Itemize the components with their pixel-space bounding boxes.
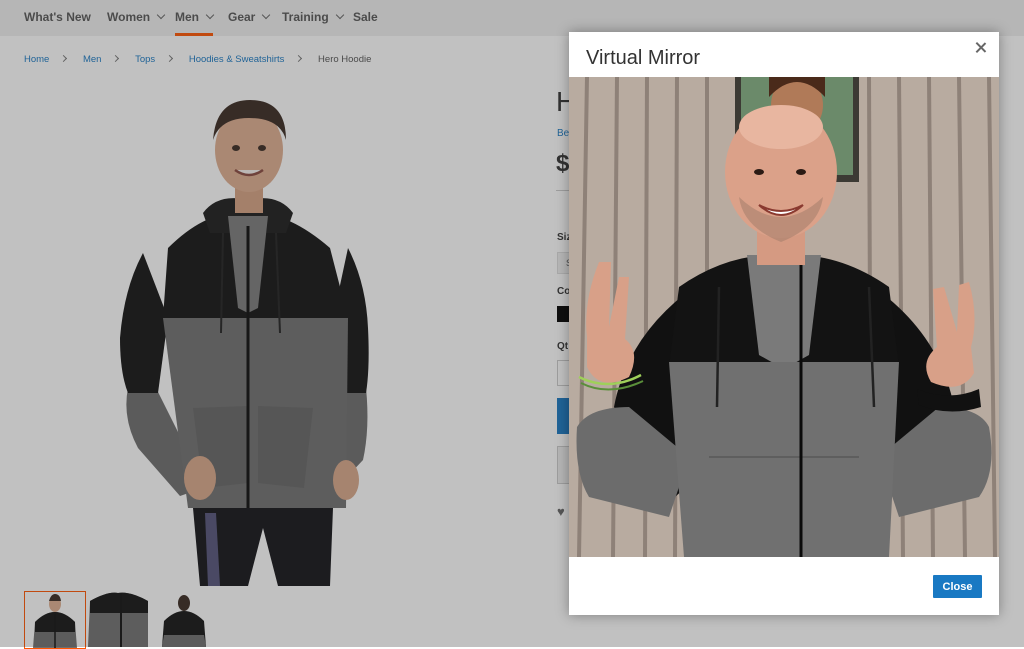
- virtual-mirror-image: [569, 77, 999, 557]
- virtual-mirror-modal: Virtual Mirror Close: [569, 32, 999, 615]
- close-button[interactable]: Close: [933, 575, 982, 598]
- close-icon[interactable]: [973, 40, 989, 56]
- modal-title: Virtual Mirror: [586, 47, 701, 69]
